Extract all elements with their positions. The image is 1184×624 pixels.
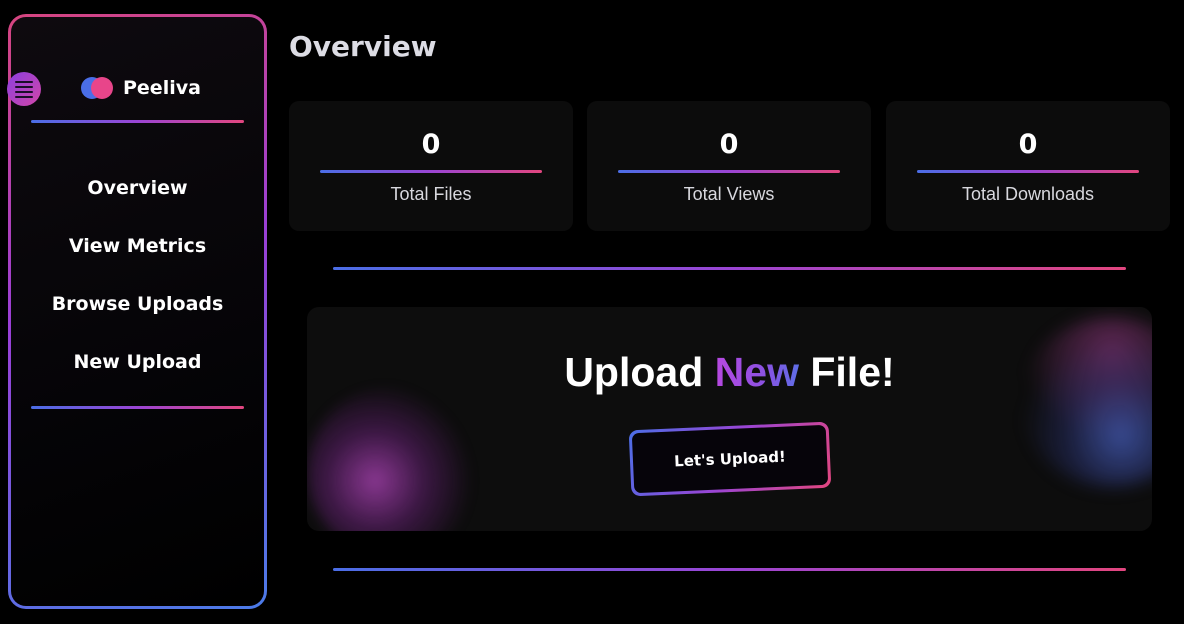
stat-card-total-files: 0 Total Files <box>289 101 573 231</box>
stat-divider <box>917 170 1139 173</box>
upload-heading: Upload New File! <box>307 349 1152 396</box>
decorative-glow-right <box>1022 317 1152 487</box>
stat-label: Total Files <box>390 184 472 204</box>
stat-divider <box>320 170 542 173</box>
sidebar-item-browse-uploads[interactable]: Browse Uploads <box>11 288 264 346</box>
section-divider-bottom <box>333 568 1126 571</box>
brand[interactable]: Peeliva <box>81 73 201 103</box>
sidebar-item-new-upload[interactable]: New Upload <box>11 346 264 404</box>
upload-heading-prefix: Upload <box>564 349 704 395</box>
section-divider-top <box>333 267 1126 270</box>
brand-logo-icon <box>81 77 113 99</box>
stat-label: Total Downloads <box>961 184 1095 204</box>
sidebar-top-divider <box>31 120 244 123</box>
stat-value: 0 <box>719 129 739 160</box>
page-title: Overview <box>289 30 437 63</box>
app-root: Peeliva Overview View Metrics Browse Upl… <box>0 0 1184 624</box>
sidebar-item-view-metrics[interactable]: View Metrics <box>11 230 264 288</box>
stat-card-total-downloads: 0 Total Downloads <box>886 101 1170 231</box>
stat-value: 0 <box>1018 129 1038 160</box>
sidebar-panel: Peeliva Overview View Metrics Browse Upl… <box>11 17 264 606</box>
stat-value: 0 <box>421 129 441 160</box>
upload-panel: Upload New File! Let's Upload! <box>307 307 1152 531</box>
sidebar: Peeliva Overview View Metrics Browse Upl… <box>8 14 267 609</box>
lets-upload-button[interactable]: Let's Upload! <box>628 421 832 497</box>
sidebar-nav: Overview View Metrics Browse Uploads New… <box>11 172 264 404</box>
hamburger-menu-icon[interactable] <box>7 72 41 106</box>
stat-divider <box>618 170 840 173</box>
lets-upload-button-label: Let's Upload! <box>631 424 829 494</box>
brand-name: Peeliva <box>123 77 201 99</box>
sidebar-item-overview[interactable]: Overview <box>11 172 264 230</box>
stat-card-total-views: 0 Total Views <box>587 101 871 231</box>
decorative-glow-left <box>307 387 477 531</box>
upload-heading-accent: New <box>714 349 799 395</box>
upload-heading-suffix: File! <box>810 349 895 395</box>
sidebar-bottom-divider <box>31 406 244 409</box>
stat-label: Total Views <box>683 184 775 204</box>
